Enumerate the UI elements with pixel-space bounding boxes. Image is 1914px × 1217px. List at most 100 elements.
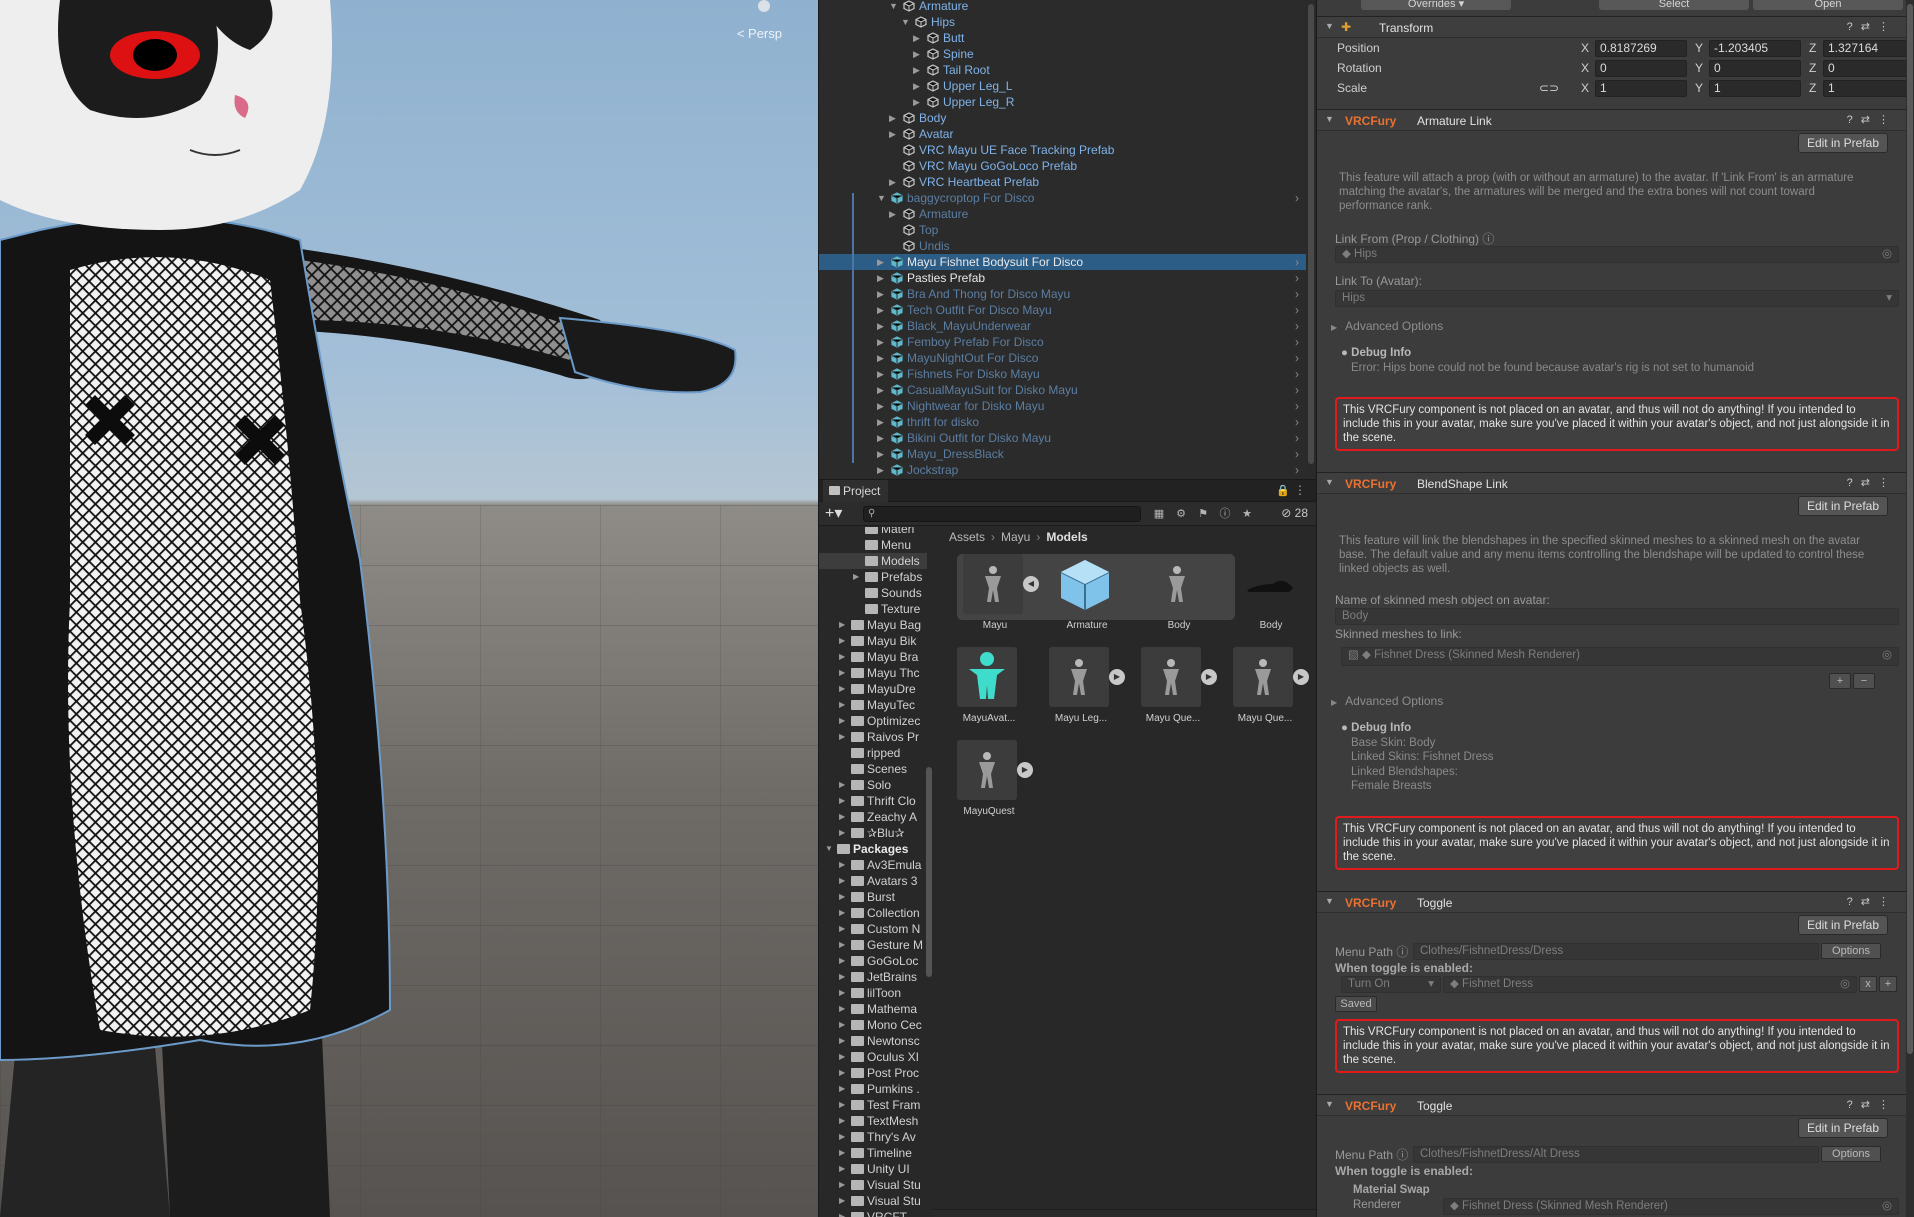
expand-right-icon[interactable]: ▶	[853, 569, 859, 585]
folder-item[interactable]: ▶ Mathema	[819, 1001, 927, 1017]
expand-right-icon[interactable]: ▶	[839, 681, 845, 697]
more-menu-icon[interactable]: ⋮	[1294, 483, 1306, 497]
expand-right-icon[interactable]: ▶	[839, 953, 845, 969]
hierarchy-item[interactable]: ▶ Armature	[819, 206, 1307, 222]
remove-item-button[interactable]: −	[1853, 673, 1875, 689]
mesh-name-field[interactable]: Body	[1335, 608, 1899, 625]
folder-item[interactable]: ▶ Prefabs	[819, 569, 927, 585]
folder-item[interactable]: ▶ Mayu Bra	[819, 649, 927, 665]
add-item-button[interactable]: +	[1829, 673, 1851, 689]
expand-right-icon[interactable]: ▶	[877, 462, 887, 478]
hierarchy-item[interactable]: ▶ Tail Root	[819, 62, 1307, 78]
search-input[interactable]: ⚲	[863, 506, 1141, 522]
folder-item[interactable]: Texture	[819, 601, 927, 617]
folder-item[interactable]: ▶ Mono Cec	[819, 1017, 927, 1033]
chevron-right-icon[interactable]: ›	[1295, 446, 1299, 462]
folder-item[interactable]: ▶ Visual Stu	[819, 1193, 927, 1209]
chevron-right-icon[interactable]: ›	[1295, 366, 1299, 382]
expand-right-icon[interactable]: ▶	[839, 1145, 845, 1161]
expand-right-icon[interactable]: ▶	[839, 793, 845, 809]
help-icon[interactable]: ⓘ	[1396, 945, 1408, 959]
expand-icon[interactable]: ▶	[1017, 762, 1033, 778]
expand-right-icon[interactable]: ▶	[889, 206, 899, 222]
expand-right-icon[interactable]: ▶	[839, 1209, 845, 1217]
expand-right-icon[interactable]: ▶	[839, 985, 845, 1001]
breadcrumb-item[interactable]: Models	[1046, 530, 1087, 544]
expand-right-icon[interactable]: ▶	[839, 1081, 845, 1097]
transform-header[interactable]: ▼ ✚ Transform ?⇄⋮	[1317, 16, 1907, 38]
asset-tile[interactable]: ▶ MayuQuest	[949, 740, 1033, 830]
hierarchy-item[interactable]: Top	[819, 222, 1307, 238]
edit-in-prefab-button[interactable]: Edit in Prefab	[1797, 496, 1888, 516]
folder-item[interactable]: ▶ Raivos Pr	[819, 729, 927, 745]
favorite-icon[interactable]: ★	[1239, 506, 1255, 522]
object-picker-icon[interactable]: ◎	[1882, 648, 1892, 663]
breadcrumb-item[interactable]: Mayu	[1001, 530, 1030, 544]
hierarchy-item[interactable]: ▶ Pasties Prefab ›	[819, 270, 1307, 286]
chevron-right-icon[interactable]: ›	[1295, 318, 1299, 334]
rotation-x-field[interactable]: 0	[1595, 60, 1687, 77]
chevron-right-icon[interactable]: ›	[1295, 430, 1299, 446]
folder-item[interactable]: ▶ Optimizec	[819, 713, 927, 729]
expand-right-icon[interactable]: ▶	[889, 126, 899, 142]
asset-tile[interactable]: Armature	[1047, 554, 1127, 644]
scene-view[interactable]: < Persp	[0, 0, 818, 1217]
chevron-right-icon[interactable]: ›	[1295, 462, 1299, 478]
folder-item[interactable]: ▶ Solo	[819, 777, 927, 793]
hierarchy-item[interactable]: ▶ CasualMayuSuit for Disko Mayu ›	[819, 382, 1307, 398]
folder-item[interactable]: ripped	[819, 745, 927, 761]
folder-item[interactable]: ▶ Gesture M	[819, 937, 927, 953]
component-icons[interactable]: ?⇄⋮	[1847, 1098, 1897, 1111]
expand-right-icon[interactable]: ▶	[877, 446, 887, 462]
expand-right-icon[interactable]: ▶	[877, 414, 887, 430]
object-picker-icon[interactable]: ◎	[1882, 247, 1892, 262]
expand-right-icon[interactable]: ▶	[839, 697, 845, 713]
expand-right-icon[interactable]: ▶	[889, 110, 899, 126]
expand-right-icon[interactable]: ▶	[839, 857, 845, 873]
folder-item[interactable]: ▶ Thry's Av	[819, 1129, 927, 1145]
linked-mesh-item[interactable]: ▧ ◆ Fishnet Dress (Skinned Mesh Renderer…	[1341, 647, 1899, 666]
expand-right-icon[interactable]: ▶	[839, 1113, 845, 1129]
chevron-right-icon[interactable]: ›	[1295, 382, 1299, 398]
position-x-field[interactable]: 0.8187269	[1595, 40, 1687, 57]
hierarchy-item[interactable]: ▶ Body	[819, 110, 1307, 126]
search-by-type-icon[interactable]: ▦	[1151, 506, 1167, 522]
create-button[interactable]: +▾	[825, 505, 851, 523]
expand-right-icon[interactable]: ▶	[839, 633, 845, 649]
expand-right-icon[interactable]: ▶	[913, 46, 923, 62]
rotation-z-field[interactable]: 0	[1823, 60, 1914, 77]
asset-tile[interactable]: Body	[1231, 554, 1311, 644]
expand-right-icon[interactable]: ▶	[839, 1033, 845, 1049]
fold-arrow-icon[interactable]: ▼	[1325, 21, 1334, 31]
hierarchy-item[interactable]: ▶ Spine	[819, 46, 1307, 62]
expand-right-icon[interactable]: ▶	[913, 78, 923, 94]
folder-item[interactable]: ▶ ✰Blu✰	[819, 825, 927, 841]
collapse-icon[interactable]: ◀	[1023, 576, 1039, 592]
chevron-right-icon[interactable]: ›	[1295, 270, 1299, 286]
fold-arrow-icon[interactable]: ▼	[1325, 1099, 1334, 1109]
folder-item[interactable]: ▶ lilToon	[819, 985, 927, 1001]
folder-item[interactable]: ▶ Zeachy A	[819, 809, 927, 825]
expand-right-icon[interactable]: ▶	[877, 270, 887, 286]
link-to-dropdown[interactable]: Hips ▾	[1335, 290, 1899, 307]
inspector-panel[interactable]: Overrides ▾ Select Open ▼ ✚ Transform ?⇄…	[1316, 0, 1914, 1217]
expand-right-icon[interactable]: ▶	[877, 430, 887, 446]
folder-item[interactable]: Menu	[819, 537, 927, 553]
expand-right-icon[interactable]: ▶	[839, 1017, 845, 1033]
packages-root[interactable]: ▼ Packages	[819, 841, 927, 857]
rotation-y-field[interactable]: 0	[1709, 60, 1801, 77]
tree-scrollbar[interactable]	[925, 527, 933, 1217]
expand-right-icon[interactable]: ▶	[839, 1161, 845, 1177]
chevron-right-icon[interactable]: ›	[1295, 302, 1299, 318]
expand-right-icon[interactable]: ▶	[877, 318, 887, 334]
chevron-right-icon[interactable]: ›	[1295, 398, 1299, 414]
scale-z-field[interactable]: 1	[1823, 80, 1914, 97]
folder-item[interactable]: ▶ Test Fram	[819, 1097, 927, 1113]
asset-tile[interactable]: ◀ Mayu	[955, 554, 1039, 644]
hierarchy-item[interactable]: ▶ MayuNightOut For Disco ›	[819, 350, 1307, 366]
expand-right-icon[interactable]: ▶	[913, 94, 923, 110]
breadcrumb-item[interactable]: Assets	[949, 530, 985, 544]
project-panel[interactable]: Project 🔒 ⋮ +▾ ⚲ ▦ ⚙ ⚑ ⓘ ★ ⊘ 28 Materi Me…	[818, 479, 1317, 1217]
options-button[interactable]: Options	[1821, 943, 1881, 959]
expand-right-icon[interactable]: ▶	[839, 937, 845, 953]
